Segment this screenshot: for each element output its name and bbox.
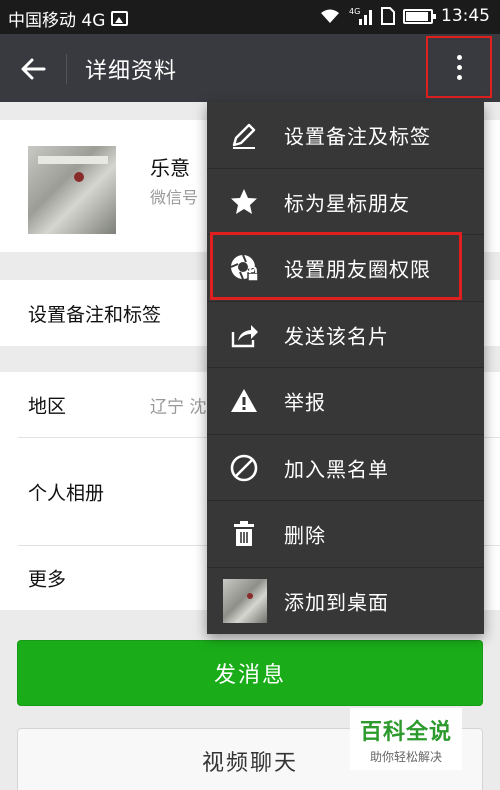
trash-icon bbox=[234, 521, 254, 547]
warning-icon bbox=[231, 389, 257, 413]
battery-icon bbox=[403, 8, 436, 24]
remark-tags-label: 设置备注和标签 bbox=[28, 304, 162, 326]
menu-item-label: 加入黑名单 bbox=[284, 457, 389, 482]
menu-item-report[interactable]: 举报 bbox=[207, 368, 484, 435]
wechat-id-label: 微信号 bbox=[150, 188, 199, 207]
menu-item-delete[interactable]: 删除 bbox=[207, 501, 484, 568]
title-divider bbox=[66, 54, 67, 84]
menu-item-star-friend[interactable]: 标为星标朋友 bbox=[207, 169, 484, 235]
menu-item-add-to-desktop[interactable]: 添加到桌面 bbox=[207, 568, 484, 635]
sim-icon bbox=[381, 7, 395, 25]
more-dot-icon bbox=[456, 74, 462, 80]
more-options-button[interactable] bbox=[426, 36, 492, 98]
status-bar: 中国移动 4G 4G 13:45 bbox=[0, 0, 500, 34]
clock-label: 13:45 bbox=[441, 6, 490, 26]
highlight-annotation bbox=[210, 232, 462, 300]
more-dot-icon bbox=[456, 64, 462, 70]
avatar-thumbnail bbox=[223, 578, 267, 623]
region-value: 辽宁 沈 bbox=[150, 397, 207, 418]
menu-item-set-remark[interactable]: 设置备注及标签 bbox=[207, 102, 484, 169]
carrier-label: 中国移动 4G bbox=[8, 11, 106, 31]
send-message-button[interactable]: 发消息 bbox=[17, 640, 483, 706]
watermark-title: 百科全说 bbox=[359, 720, 452, 745]
watermark-logo: 百科全说 助你轻松解决 bbox=[350, 708, 462, 770]
region-label: 地区 bbox=[28, 395, 67, 418]
menu-item-blacklist[interactable]: 加入黑名单 bbox=[207, 435, 484, 501]
menu-item-label: 发送该名片 bbox=[284, 324, 389, 349]
nickname: 乐意 bbox=[150, 156, 190, 180]
share-icon bbox=[231, 324, 258, 347]
page-title: 详细资料 bbox=[85, 59, 178, 84]
signal-icon: 4G bbox=[349, 7, 372, 25]
title-bar: 详细资料 bbox=[0, 34, 500, 102]
menu-item-label: 删除 bbox=[284, 523, 326, 548]
more-dot-icon bbox=[456, 54, 462, 60]
more-label: 更多 bbox=[28, 568, 67, 591]
avatar-thumbnail-icon bbox=[223, 578, 267, 623]
album-label: 个人相册 bbox=[28, 482, 105, 505]
wifi-icon bbox=[321, 9, 339, 23]
star-icon bbox=[231, 188, 257, 214]
block-icon bbox=[230, 454, 258, 482]
avatar[interactable] bbox=[28, 146, 116, 234]
watermark-subtitle: 助你轻松解决 bbox=[369, 750, 442, 764]
menu-item-label: 添加到桌面 bbox=[284, 590, 389, 615]
back-arrow-icon[interactable] bbox=[18, 54, 48, 84]
network-type-label: 4G bbox=[349, 7, 360, 16]
menu-item-label: 设置备注及标签 bbox=[284, 124, 431, 149]
menu-item-send-card[interactable]: 发送该名片 bbox=[207, 302, 484, 368]
gallery-icon bbox=[111, 11, 129, 26]
more-options-menu: 设置备注及标签 标为星标朋友 设置朋友圈权限 发送该名片 举报 加入黑名单 删除… bbox=[207, 102, 484, 634]
pencil-icon bbox=[232, 124, 256, 150]
menu-item-label: 标为星标朋友 bbox=[284, 191, 410, 216]
menu-item-label: 举报 bbox=[284, 390, 326, 415]
